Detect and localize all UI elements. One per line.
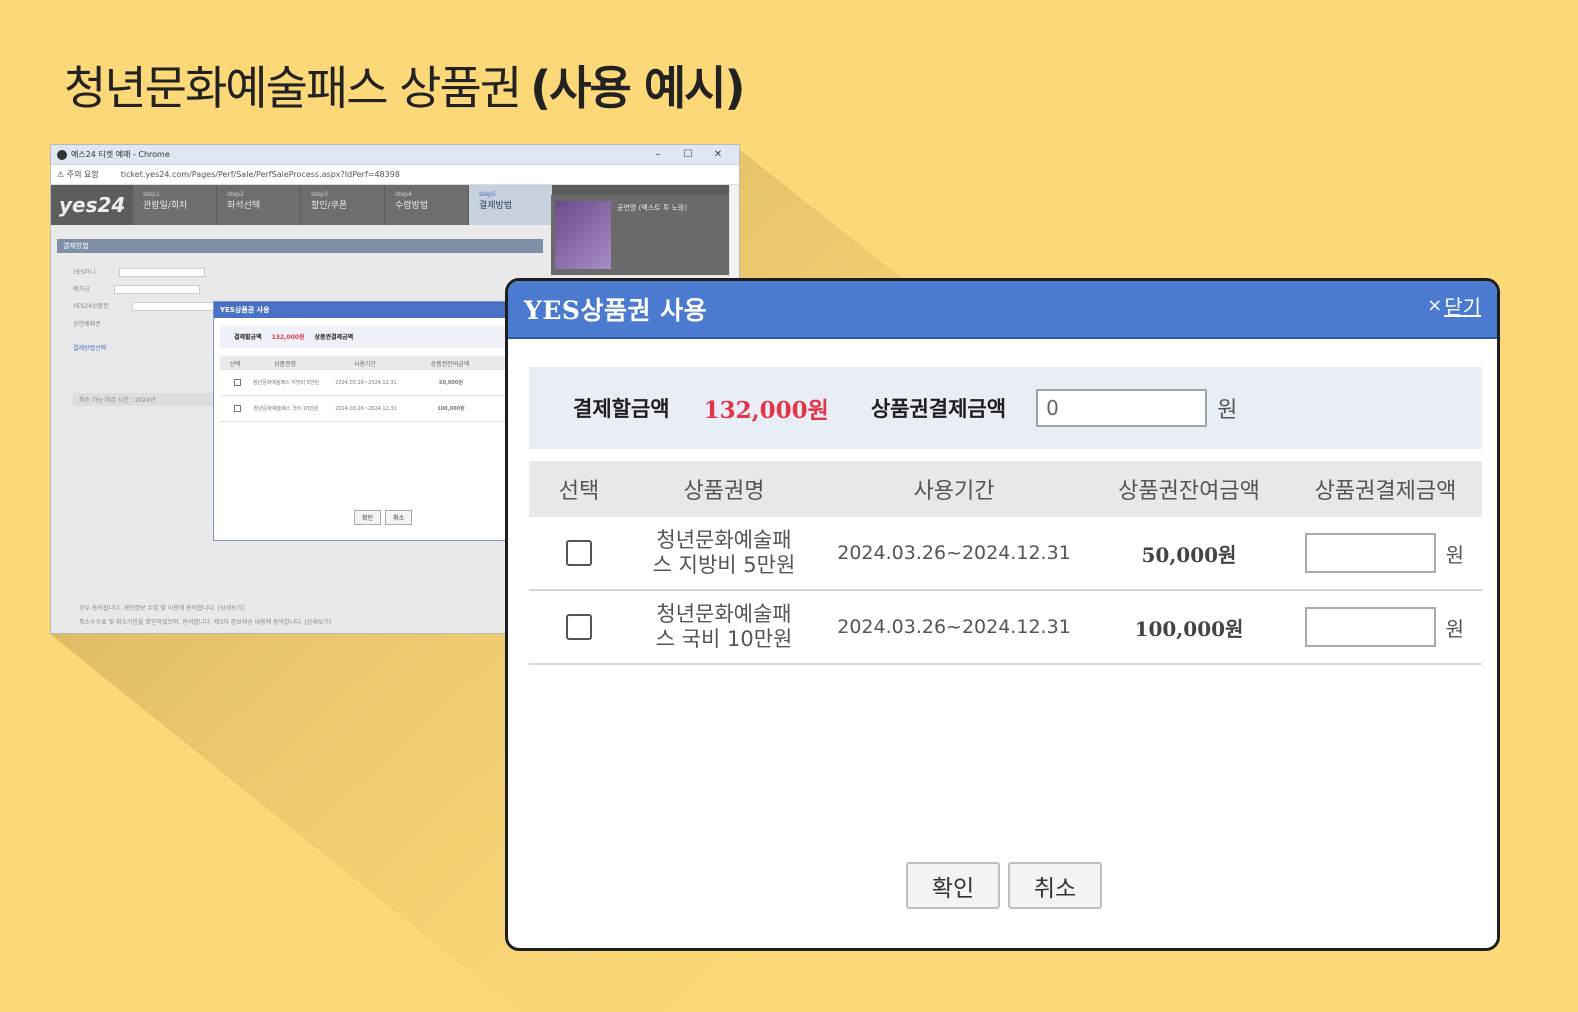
payment-field[interactable] bbox=[119, 268, 206, 277]
currency-unit: 원 bbox=[1445, 542, 1464, 567]
mini-popup-buttons: 확인 취소 bbox=[354, 510, 413, 525]
modal-title: YES상품권 사용 bbox=[524, 296, 708, 325]
page-title-main: 청년문화예술패스 상품권 bbox=[64, 61, 522, 115]
voucher-pay-cell: 원 bbox=[1289, 607, 1482, 647]
voucher-name: 청년문화예술패 스 지방비 5만원 bbox=[652, 528, 796, 577]
voucher-name: 청년문화예술패 스 국비 10만원 bbox=[655, 602, 793, 651]
payment-total-amount: 132,000원 bbox=[703, 397, 829, 424]
col-header-pay-amount: 상품권결제금액 bbox=[1314, 479, 1457, 504]
payment-total-label: 결제할금액 bbox=[573, 396, 670, 421]
table-row: 청년문화예술패 스 지방비 5만원 2024.03.26~2024.12.31 … bbox=[529, 517, 1482, 591]
payment-section-header: 결제방법 bbox=[57, 239, 543, 253]
voucher-pay-cell: 원 bbox=[1289, 533, 1482, 573]
row-checkbox[interactable] bbox=[566, 614, 592, 640]
currency-unit: 원 bbox=[1217, 398, 1238, 423]
close-icon[interactable]: × bbox=[1427, 295, 1442, 316]
page-title: 청년문화예술패스 상품권 (사용 예시) bbox=[64, 52, 746, 118]
mini-row-checkbox[interactable] bbox=[234, 379, 241, 386]
cancel-notice: 취소 가능 마감 시간 : 2024년 bbox=[73, 393, 233, 406]
modal-buttons: 확인 취소 bbox=[906, 862, 1102, 909]
voucher-period: 2024.03.26~2024.12.31 bbox=[837, 616, 1071, 638]
table-header: 선택 상품권명 사용기간 상품권잔여금액 상품권결제금액 bbox=[529, 461, 1482, 517]
voucher-usage-modal: YES상품권 사용 × 닫기 결제할금액 132,000원 상품권결제금액 원 … bbox=[505, 278, 1500, 951]
currency-unit: 원 bbox=[1445, 616, 1464, 641]
step-3[interactable]: step3 할인/쿠폰 bbox=[301, 185, 385, 225]
mini-row-checkbox[interactable] bbox=[234, 405, 241, 412]
mini-table-header: 선택 상품권명 사용기간 상품권잔여금액 bbox=[220, 356, 536, 370]
close-window-icon[interactable]: ✕ bbox=[703, 149, 733, 160]
payment-summary: 결제할금액 132,000원 상품권결제금액 원 bbox=[529, 367, 1482, 449]
agree-all-footer[interactable]: 모두 동의합니다. 개인정보 수집 및 이용에 동의합니다. [상세보기] bbox=[79, 603, 244, 612]
performance-info-panel: 공연명 (엑스트 투 노랑) bbox=[551, 195, 739, 275]
close-button[interactable]: × 닫기 bbox=[1427, 291, 1481, 320]
mini-voucher-popup: YES상품권 사용 결제할금액 132,000원 상품권결제금액 선택 상품권명 사… bbox=[213, 301, 543, 541]
confirm-button[interactable]: 확인 bbox=[906, 862, 1000, 909]
voucher-pay-input[interactable] bbox=[1304, 533, 1436, 573]
step-1[interactable]: step1 관람일/회차 bbox=[133, 185, 217, 225]
col-header-voucher-name: 상품권명 bbox=[683, 479, 765, 504]
row-checkbox[interactable] bbox=[566, 540, 592, 566]
mini-ok-button[interactable]: 확인 bbox=[354, 510, 382, 525]
payment-row: YES머니 bbox=[73, 267, 211, 277]
mini-popup-title: YES상품권 사용 bbox=[214, 302, 542, 318]
voucher-period: 2024.03.26~2024.12.31 bbox=[837, 542, 1071, 564]
cancel-button[interactable]: 취소 bbox=[1008, 862, 1102, 909]
col-header-balance: 상품권잔여금액 bbox=[1118, 479, 1260, 504]
voucher-table: 선택 상품권명 사용기간 상품권잔여금액 상품권결제금액 청년문화예술패 스 지… bbox=[529, 461, 1482, 665]
yes24-logo: yes24 bbox=[59, 193, 126, 217]
maximize-icon[interactable]: ☐ bbox=[673, 149, 703, 160]
browser-url[interactable]: ticket.yes24.com/Pages/Perf/Sale/PerfSal… bbox=[121, 170, 400, 179]
browser-app-icon bbox=[57, 149, 67, 160]
page-title-emphasis: (사용 예시) bbox=[530, 61, 745, 115]
browser-titlebar: 예스24 티켓 예매 - Chrome – ☐ ✕ bbox=[51, 145, 739, 165]
security-warning[interactable]: ⚠ 주의 요함 bbox=[57, 169, 99, 180]
step-2[interactable]: step2 좌석선택 bbox=[217, 185, 301, 225]
mini-table-row: 청년문화예술패스 국비 10만원 2024.03.26~2024.12.31 1… bbox=[220, 396, 536, 422]
col-header-select: 선택 bbox=[558, 479, 600, 504]
voucher-payment-input[interactable] bbox=[1036, 389, 1208, 427]
performance-title: 공연명 (엑스트 투 노랑) bbox=[617, 204, 688, 212]
payment-field[interactable] bbox=[113, 285, 200, 294]
step-4[interactable]: step4 수령방법 bbox=[385, 185, 469, 225]
mini-table-row: 청년문화예술패스 지방비 5만원 2024.03.26~2024.12.31 5… bbox=[220, 370, 536, 396]
voucher-pay-input[interactable] bbox=[1304, 607, 1436, 647]
agree-cancel-footer[interactable]: 취소수수료 및 취소기한을 확인하였으며, 동의합니다. 제3자 정보제공 내용… bbox=[79, 617, 331, 626]
payment-row: 공연예매권 bbox=[73, 321, 101, 328]
payment-field[interactable] bbox=[132, 302, 219, 311]
payment-row: YES24상품권 bbox=[73, 301, 224, 311]
voucher-payment-label: 상품권결제금액 bbox=[870, 396, 1007, 421]
payment-row: 예치금 bbox=[73, 284, 206, 294]
poster-image bbox=[555, 201, 611, 269]
modal-header: YES상품권 사용 × 닫기 bbox=[508, 281, 1497, 339]
browser-url-bar[interactable]: ⚠ 주의 요함 ticket.yes24.com/Pages/Perf/Sale… bbox=[51, 165, 739, 185]
step-5[interactable]: step5 결제방법 bbox=[469, 185, 553, 225]
payment-method-select[interactable]: 결제방법선택 bbox=[73, 343, 106, 352]
mini-popup-summary: 결제할금액 132,000원 상품권결제금액 bbox=[220, 326, 536, 348]
voucher-balance: 50,000원 bbox=[1141, 542, 1237, 567]
browser-window-title: 예스24 티켓 예매 - Chrome bbox=[71, 150, 170, 159]
mini-cancel-button[interactable]: 취소 bbox=[385, 510, 413, 525]
minimize-icon[interactable]: – bbox=[643, 149, 673, 160]
table-row: 청년문화예술패 스 국비 10만원 2024.03.26~2024.12.31 … bbox=[529, 591, 1482, 665]
col-header-period: 사용기간 bbox=[913, 479, 995, 504]
close-label[interactable]: 닫기 bbox=[1444, 291, 1481, 320]
voucher-balance: 100,000원 bbox=[1134, 616, 1244, 641]
